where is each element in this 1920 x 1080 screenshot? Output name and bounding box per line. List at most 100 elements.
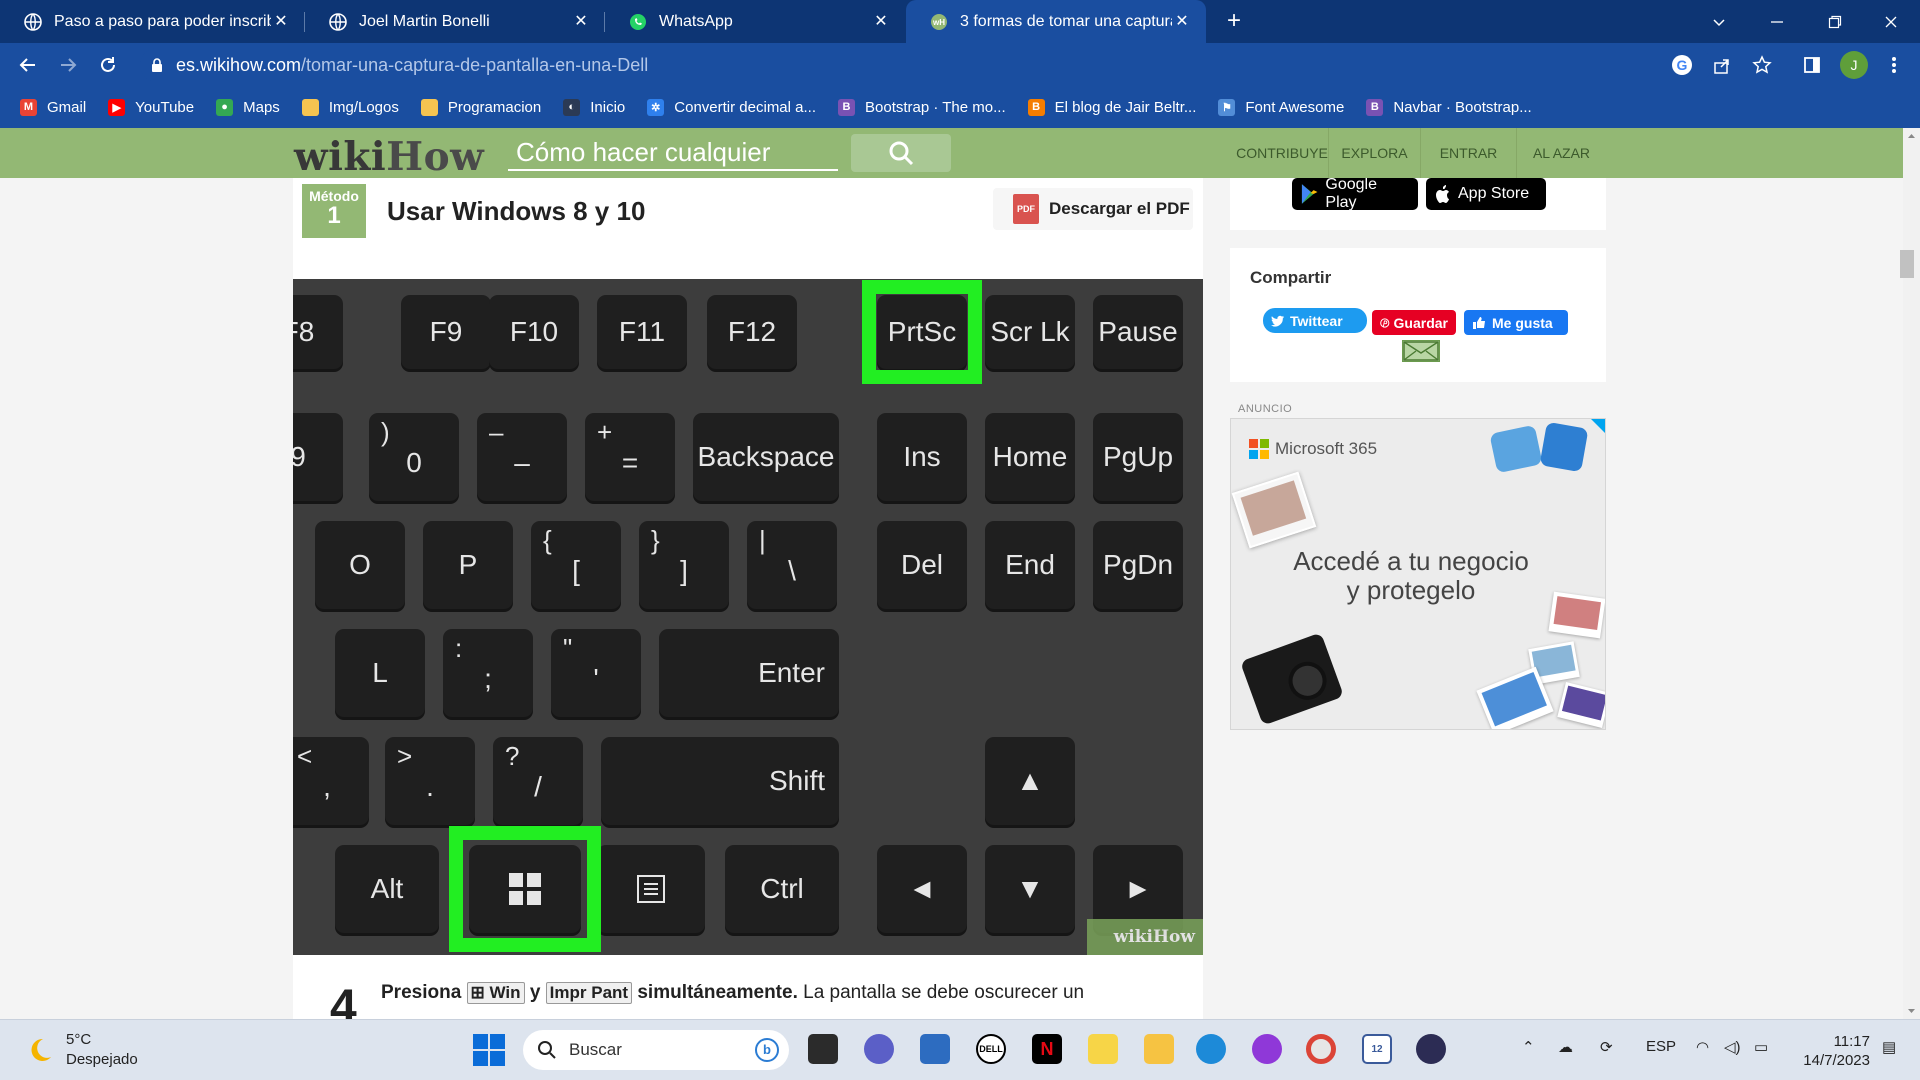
wikihow-logo[interactable]: wikiHow: [294, 134, 484, 180]
close-window-button[interactable]: [1862, 0, 1920, 43]
pinterest-button[interactable]: Guardar: [1372, 310, 1456, 335]
volume-icon[interactable]: ◁): [1724, 1038, 1741, 1056]
clock[interactable]: 11:17 14/7/2023: [1780, 1032, 1870, 1070]
bookmark-item[interactable]: Programacion: [420, 98, 541, 116]
battery-icon[interactable]: ▭: [1754, 1038, 1768, 1056]
key-label: Pause: [1098, 316, 1178, 347]
minimize-button[interactable]: [1748, 0, 1806, 43]
side-panel-icon[interactable]: [1800, 53, 1824, 77]
tab-paso-a-paso[interactable]: Paso a paso para poder inscribirs ✕: [0, 0, 305, 43]
store-icon[interactable]: [920, 1034, 950, 1064]
twitter-label: Twittear: [1290, 312, 1343, 329]
bookmark-item[interactable]: ✲ Convertir decimal a...: [647, 98, 816, 116]
advertisement[interactable]: Microsoft 365 Accedé a tu negocio y prote…: [1230, 418, 1606, 730]
tab-whatsapp[interactable]: WhatsApp ✕: [605, 0, 905, 43]
bookmark-item[interactable]: ● Maps: [216, 98, 280, 116]
wifi-icon[interactable]: ◠: [1696, 1038, 1709, 1056]
chrome-icon[interactable]: [1306, 1034, 1336, 1064]
share-icon[interactable]: [1710, 53, 1734, 77]
key-label: Del: [900, 549, 943, 580]
tab-search-button[interactable]: [1690, 0, 1748, 43]
google-play-button[interactable]: Google Play: [1292, 178, 1418, 211]
menu-key: [597, 845, 705, 933]
tab-joel[interactable]: Joel Martin Bonelli ✕: [305, 0, 605, 43]
eclipse-icon[interactable]: [1416, 1034, 1446, 1064]
upload-tile-icon: [1539, 421, 1589, 473]
bookmark-item[interactable]: B Navbar · Bootstrap...: [1366, 98, 1532, 116]
edge-icon[interactable]: [1196, 1034, 1226, 1064]
search-button[interactable]: [851, 134, 951, 172]
app-store-button[interactable]: App Store: [1426, 178, 1546, 210]
sticky-notes-icon[interactable]: [1088, 1034, 1118, 1064]
adchoices-icon[interactable]: [1591, 419, 1605, 433]
bookmark-item[interactable]: B Bootstrap · The mo...: [838, 98, 1006, 116]
google-play-label: Google Play: [1325, 178, 1377, 211]
file-explorer-icon[interactable]: [1144, 1034, 1174, 1064]
sync-icon[interactable]: ⟳: [1600, 1038, 1613, 1056]
google-icon[interactable]: G: [1670, 53, 1694, 77]
share-card: Compartir Twittear Guardar Me gusta: [1230, 248, 1606, 382]
share-title: Compartir: [1250, 268, 1332, 287]
bookmark-label: Convertir decimal a...: [674, 98, 816, 116]
address-bar[interactable]: es.wikihow.com/tomar-una-captura-de-pant…: [140, 48, 1712, 82]
netflix-icon[interactable]: N: [1032, 1034, 1062, 1064]
nav-contribuye[interactable]: CONTRIBUYE: [1236, 128, 1328, 178]
nav-explora[interactable]: EXPLORA: [1328, 128, 1420, 178]
taskbar-search-label: Buscar: [569, 1040, 622, 1059]
profile-avatar[interactable]: J: [1840, 51, 1868, 79]
bookmark-item[interactable]: ▶ YouTube: [108, 98, 194, 116]
windows-key-highlight: [449, 826, 601, 952]
keyboard-key: Pause: [1093, 295, 1183, 369]
url-path: /tomar-una-captura-de-pantalla-en-una-De…: [301, 54, 649, 75]
bookmark-item[interactable]: ◐ Inicio: [563, 98, 625, 116]
keyboard-key: F8: [293, 295, 343, 369]
tab-wikihow[interactable]: wH 3 formas de tomar una captura d ✕: [906, 0, 1206, 43]
weather-widget[interactable]: 5°C Despejado: [24, 1030, 138, 1070]
calendar-app-icon[interactable]: 12: [1362, 1034, 1392, 1064]
bookmark-item[interactable]: M Gmail: [20, 98, 86, 116]
forward-button[interactable]: [52, 49, 84, 81]
close-icon[interactable]: ✕: [871, 12, 891, 32]
notifications-icon[interactable]: ▤: [1882, 1038, 1896, 1056]
twitter-button[interactable]: Twittear: [1263, 308, 1367, 333]
vpn-icon[interactable]: [1252, 1034, 1282, 1064]
key-label: /: [534, 771, 542, 802]
camera-image: [1239, 632, 1345, 726]
back-button[interactable]: [12, 49, 44, 81]
new-tab-button[interactable]: +: [1218, 6, 1250, 38]
keyboard-key: Enter: [659, 629, 839, 717]
key-label: P: [458, 549, 478, 580]
key-label: F11: [618, 316, 666, 347]
bookmark-item[interactable]: B El blog de Jair Beltr...: [1027, 98, 1196, 116]
bookmark-item[interactable]: Img/Logos: [301, 98, 399, 116]
reload-button[interactable]: [92, 49, 124, 81]
onedrive-icon[interactable]: ☁: [1558, 1038, 1573, 1056]
taskbar-search[interactable]: Buscar b: [523, 1030, 789, 1070]
restore-button[interactable]: [1806, 0, 1864, 43]
dell-icon[interactable]: DELL: [976, 1034, 1006, 1064]
chat-icon[interactable]: [864, 1034, 894, 1064]
download-pdf-button[interactable]: PDF Descargar el PDF: [993, 188, 1193, 230]
keyboard-key: [{: [531, 521, 621, 609]
close-icon[interactable]: ✕: [271, 12, 291, 32]
windows-start-button[interactable]: [473, 1034, 505, 1066]
nav-al-azar[interactable]: AL AZAR: [1516, 128, 1606, 178]
close-icon[interactable]: ✕: [1172, 12, 1192, 32]
star-icon[interactable]: [1750, 53, 1774, 77]
email-share-button[interactable]: [1402, 340, 1440, 362]
search-input[interactable]: Cómo hacer cualquier cosa.: [508, 136, 838, 200]
close-icon[interactable]: ✕: [571, 12, 591, 32]
scrollbar-thumb[interactable]: [1900, 250, 1914, 278]
task-view-icon[interactable]: [808, 1034, 838, 1064]
keyboard-key: F10: [489, 295, 579, 369]
key-label: 9: [293, 441, 306, 472]
restore-icon: [1828, 15, 1842, 28]
nav-entrar[interactable]: ENTRAR: [1420, 128, 1516, 178]
bing-icon[interactable]: b: [755, 1038, 779, 1062]
show-hidden-icons[interactable]: ⌃: [1522, 1038, 1535, 1056]
facebook-like-button[interactable]: Me gusta: [1464, 310, 1568, 335]
bookmark-item[interactable]: ⚑ Font Awesome: [1218, 98, 1344, 116]
menu-dots-icon[interactable]: [1882, 53, 1906, 77]
language-indicator[interactable]: ESP: [1646, 1038, 1676, 1055]
key-shift-symbol: ": [563, 633, 573, 663]
